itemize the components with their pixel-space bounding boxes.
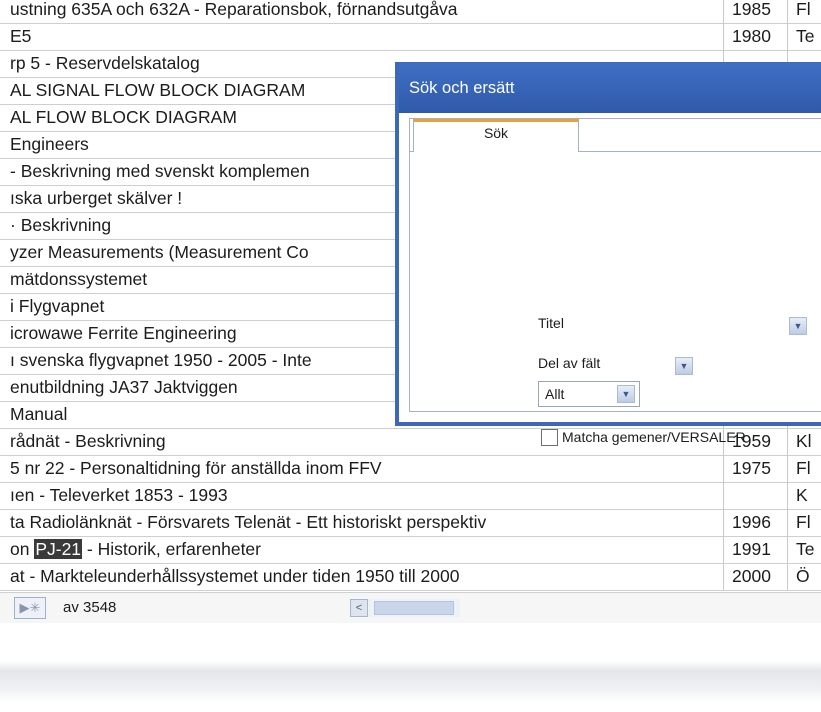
tab-strip: Sök	[410, 119, 821, 152]
type-cell[interactable]: Fl	[796, 0, 821, 23]
type-cell[interactable]: Fl	[796, 455, 821, 482]
title-cell[interactable]: at - Markteleunderhållssystemet under ti…	[10, 563, 722, 590]
table-row[interactable]: 5 nr 22 - Personaltidning för anställda …	[0, 455, 821, 483]
title-cell[interactable]: on PJ-21 - Historik, erfarenheter	[10, 536, 722, 563]
title-cell[interactable]: E5	[10, 23, 722, 50]
dialog-title[interactable]: Sök och ersätt	[399, 63, 821, 113]
table-row[interactable]: on PJ-21 - Historik, erfarenheter 1991 Te	[0, 536, 821, 564]
title-cell[interactable]: ıen - Televerket 1853 - 1993	[10, 482, 722, 509]
record-navigator: ▶✳ av 3548 <	[0, 592, 821, 623]
year-cell[interactable]: 1975	[732, 455, 782, 482]
year-cell[interactable]: 1996	[732, 509, 782, 536]
year-cell[interactable]: 1991	[732, 536, 782, 563]
search-direction-value: Allt	[545, 386, 565, 402]
title-cell[interactable]: ta Radiolänknät - Försvarets Telenät - E…	[10, 509, 722, 536]
find-replace-dialog: Sök och ersätt Sök Titel ▼ Del av fält ▼…	[395, 62, 821, 446]
table-row[interactable]: ıen - Televerket 1853 - 1993 K	[0, 482, 821, 510]
look-in-label: Titel	[538, 315, 564, 331]
horizontal-scrollbar[interactable]: <	[350, 599, 460, 617]
search-match-highlight: PJ-21	[34, 539, 83, 559]
type-cell[interactable]: Ö	[796, 563, 821, 590]
title-cell[interactable]: 5 nr 22 - Personaltidning för anställda …	[10, 455, 722, 482]
type-cell[interactable]: Kl	[796, 428, 821, 455]
search-direction-dropdown-icon[interactable]: ▼	[617, 385, 635, 403]
table-row[interactable]: ta Radiolänknät - Försvarets Telenät - E…	[0, 509, 821, 537]
year-cell[interactable]: 1985	[732, 0, 782, 23]
match-case-checkbox[interactable]	[541, 429, 558, 446]
table-row[interactable]: at - Markteleunderhållssystemet under ti…	[0, 563, 821, 591]
tab-search[interactable]: Sök	[413, 119, 579, 152]
window-footer	[0, 623, 821, 712]
match-label: Del av fält	[538, 355, 601, 371]
type-cell[interactable]: K	[796, 482, 821, 509]
type-cell[interactable]: Fl	[796, 509, 821, 536]
scroll-left-icon[interactable]: <	[350, 599, 368, 617]
match-dropdown-icon[interactable]: ▼	[675, 357, 693, 375]
scroll-thumb[interactable]	[374, 601, 454, 615]
new-record-icon[interactable]: ▶✳	[14, 597, 46, 619]
type-cell[interactable]: Te	[796, 23, 821, 50]
table-row[interactable]: ustning 635A och 632A - Reparationsbok, …	[0, 0, 821, 24]
search-direction-select[interactable]: Allt ▼	[538, 381, 640, 407]
type-cell[interactable]: Te	[796, 536, 821, 563]
look-in-dropdown-icon[interactable]: ▼	[789, 317, 807, 335]
year-cell[interactable]: 1980	[732, 23, 782, 50]
title-text: on	[10, 539, 35, 559]
year-cell[interactable]: 2000	[732, 563, 782, 590]
record-count-label: av 3548	[63, 599, 117, 616]
table-row[interactable]: E5 1980 Te	[0, 23, 821, 51]
title-text: - Historik, erfarenheter	[82, 539, 261, 559]
title-cell[interactable]: ustning 635A och 632A - Reparationsbok, …	[10, 0, 722, 23]
dialog-body: Sök Titel ▼ Del av fält ▼ Allt ▼ Matcha …	[409, 118, 821, 446]
match-case-label: Matcha gemener/VERSALER	[562, 429, 746, 445]
